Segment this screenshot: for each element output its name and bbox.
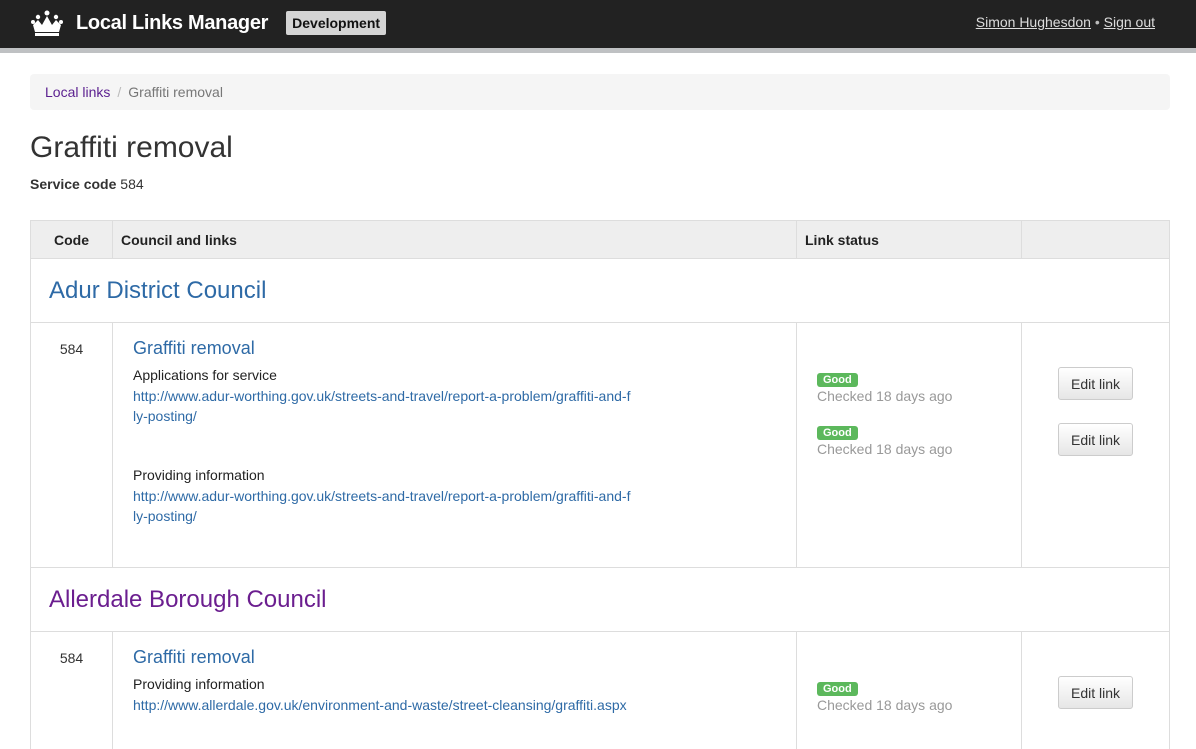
links-table: Code Council and links Link status Adur … <box>30 220 1170 749</box>
user-name-link[interactable]: Simon Hughesdon <box>976 14 1091 30</box>
column-header-council: Council and links <box>112 220 797 259</box>
actions-cell: Edit link Edit link <box>1021 322 1170 568</box>
service-code-label: Service code <box>30 176 117 192</box>
code-cell: 584 <box>30 322 113 568</box>
link-item: Providing information http://www.adur-wo… <box>113 467 796 567</box>
status-badge: Good <box>817 426 858 440</box>
link-url[interactable]: http://www.allerdale.gov.uk/environment-… <box>133 695 633 715</box>
service-code-value: 584 <box>120 176 144 192</box>
page-title: Graffiti removal <box>30 131 233 164</box>
crown-icon <box>31 10 63 36</box>
table-row: 584 Graffiti removal Applications for se… <box>30 322 1170 568</box>
user-nav: Simon Hughesdon • Sign out <box>976 14 1155 30</box>
link-label: Providing information <box>133 467 265 483</box>
breadcrumb-local-links[interactable]: Local links <box>45 84 110 100</box>
header-divider <box>0 48 1196 53</box>
status-cell: Good Checked 18 days ago Good Checked 18… <box>796 322 1022 568</box>
sign-out-link[interactable]: Sign out <box>1104 14 1155 30</box>
status-badge: Good <box>817 373 858 387</box>
link-url[interactable]: http://www.adur-worthing.gov.uk/streets-… <box>133 386 633 426</box>
link-url[interactable]: http://www.adur-worthing.gov.uk/streets-… <box>133 486 633 526</box>
link-label: Applications for service <box>133 367 277 383</box>
edit-link-button[interactable]: Edit link <box>1058 676 1133 709</box>
links-cell: Graffiti removal Applications for servic… <box>112 322 797 568</box>
service-code: Service code 584 <box>30 176 1170 192</box>
top-navbar: Local Links Manager Development Simon Hu… <box>0 0 1196 48</box>
checked-text: Checked 18 days ago <box>817 441 953 457</box>
brand[interactable]: Local Links Manager Development <box>30 9 387 37</box>
action-slot: Edit link <box>1022 632 1169 732</box>
code-cell: 584 <box>30 631 113 749</box>
service-title-link[interactable]: Graffiti removal <box>133 647 796 668</box>
checked-text: Checked 18 days ago <box>817 697 953 713</box>
council-cell: Allerdale Borough Council <box>30 567 1170 632</box>
status-badge: Good <box>817 682 858 696</box>
council-name-link[interactable]: Adur District Council <box>49 277 266 304</box>
environment-badge: Development <box>286 11 387 35</box>
breadcrumb-current: Graffiti removal <box>128 84 223 100</box>
link-status: Good Checked 18 days ago <box>797 632 1021 732</box>
council-name-link[interactable]: Allerdale Borough Council <box>49 586 327 613</box>
column-header-status: Link status <box>796 220 1022 259</box>
council-cell: Adur District Council <box>30 258 1170 323</box>
link-item: Providing information http://www.allerda… <box>113 676 796 749</box>
status-cell: Good Checked 18 days ago <box>796 631 1022 749</box>
main-content: Local links / Graffiti removal Graffiti … <box>0 74 1196 749</box>
actions-cell: Edit link <box>1021 631 1170 749</box>
table-header-row: Code Council and links Link status <box>30 220 1170 259</box>
breadcrumb-separator: / <box>117 84 122 100</box>
table-row: 584 Graffiti removal Providing informati… <box>30 631 1170 749</box>
edit-link-button[interactable]: Edit link <box>1058 423 1133 456</box>
link-status: Good Checked 18 days ago <box>797 323 1021 423</box>
column-header-actions <box>1021 220 1170 259</box>
action-slot: Edit link <box>1022 323 1169 423</box>
link-item: Applications for service http://www.adur… <box>113 367 796 467</box>
breadcrumb: Local links / Graffiti removal <box>30 74 1170 110</box>
user-nav-separator: • <box>1094 14 1100 30</box>
link-status: Good Checked 18 days ago <box>797 423 1021 523</box>
app-title: Local Links Manager <box>76 11 269 34</box>
checked-text: Checked 18 days ago <box>817 388 953 404</box>
action-slot: Edit link <box>1022 423 1169 523</box>
link-label: Providing information <box>133 676 265 692</box>
edit-link-button[interactable]: Edit link <box>1058 367 1133 400</box>
column-header-code: Code <box>30 220 113 259</box>
links-cell: Graffiti removal Providing information h… <box>112 631 797 749</box>
service-title-link[interactable]: Graffiti removal <box>133 338 796 359</box>
council-row: Adur District Council <box>30 258 1170 323</box>
council-row: Allerdale Borough Council <box>30 567 1170 632</box>
